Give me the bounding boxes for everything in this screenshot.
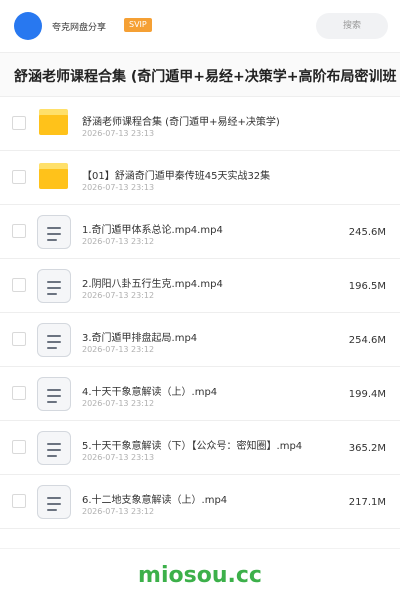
- item-size: 365.2M: [348, 443, 386, 454]
- list-item[interactable]: 1.奇门遁甲体系总论.mp4.mp4 2026-07-13 23:12 245.6M: [0, 205, 400, 259]
- list-item[interactable]: 5.十天干象意解读（下）【公众号：密知圈】.mp4 2026-07-13 23:1…: [0, 421, 400, 475]
- item-date: 2026-07-13 23:12: [82, 507, 155, 516]
- file-list: 舒涵老师课程合集 (奇门遁甲+易经+决策学) 2026-07-13 23:13 【0…: [0, 97, 400, 529]
- footer: miosou.cc: [0, 548, 400, 600]
- item-date: 2026-07-13 23:12: [82, 291, 155, 300]
- select-checkbox[interactable]: [12, 224, 26, 238]
- item-size: 245.6M: [348, 227, 386, 238]
- watermark-text: miosou.cc: [138, 563, 262, 588]
- item-name[interactable]: 舒涵老师课程合集 (奇门遁甲+易经+决策学): [82, 113, 280, 128]
- video-file-icon: [37, 377, 71, 411]
- item-date: 2026-07-13 23:13: [82, 129, 155, 138]
- folder-icon: [39, 109, 68, 135]
- list-item[interactable]: 3.奇门遁甲排盘起局.mp4 2026-07-13 23:12 254.6M: [0, 313, 400, 367]
- item-size: 196.5M: [348, 281, 386, 292]
- list-item[interactable]: 2.阴阳八卦五行生克.mp4.mp4 2026-07-13 23:12 196.5M: [0, 259, 400, 313]
- list-item[interactable]: 6.十二地支象意解读（上）.mp4 2026-07-13 23:12 217.1M: [0, 475, 400, 529]
- share-owner-name: 夸克网盘分享: [52, 23, 107, 33]
- item-name[interactable]: 【01】舒涵奇门遁甲秦传班45天实战32集: [82, 167, 270, 182]
- item-size: 217.1M: [348, 497, 386, 508]
- item-name[interactable]: 1.奇门遁甲体系总论.mp4.mp4: [82, 221, 223, 236]
- select-checkbox[interactable]: [12, 278, 26, 292]
- item-date: 2026-07-13 23:12: [82, 399, 155, 408]
- search-button[interactable]: 搜索: [316, 13, 388, 39]
- video-file-icon: [37, 485, 71, 519]
- select-checkbox[interactable]: [12, 170, 26, 184]
- list-item[interactable]: 4.十天干象意解读（上）.mp4 2026-07-13 23:12 199.4M: [0, 367, 400, 421]
- list-item[interactable]: 【01】舒涵奇门遁甲秦传班45天实战32集 2026-07-13 23:13: [0, 151, 400, 205]
- svip-badge: SVIP: [124, 18, 152, 32]
- item-name[interactable]: 4.十天干象意解读（上）.mp4: [82, 383, 217, 398]
- item-size: 199.4M: [348, 389, 386, 400]
- video-file-icon: [37, 269, 71, 303]
- title-bar: 舒涵老师课程合集 (奇门遁甲+易经+决策学+高阶布局密训班: [0, 53, 400, 97]
- item-name[interactable]: 3.奇门遁甲排盘起局.mp4: [82, 329, 197, 344]
- video-file-icon: [37, 215, 71, 249]
- item-date: 2026-07-13 23:12: [82, 237, 155, 246]
- item-name[interactable]: 2.阴阳八卦五行生克.mp4.mp4: [82, 275, 223, 290]
- header: 夸克网盘分享 SVIP 搜索: [0, 0, 400, 52]
- select-checkbox[interactable]: [12, 332, 26, 346]
- item-name[interactable]: 6.十二地支象意解读（上）.mp4: [82, 491, 227, 506]
- item-name[interactable]: 5.十天干象意解读（下）【公众号：密知圈】.mp4: [82, 437, 302, 452]
- page-title: 舒涵老师课程合集 (奇门遁甲+易经+决策学+高阶布局密训班: [14, 69, 397, 85]
- item-date: 2026-07-13 23:13: [82, 453, 155, 462]
- item-size: 254.6M: [348, 335, 386, 346]
- select-checkbox[interactable]: [12, 494, 26, 508]
- avatar[interactable]: [14, 12, 42, 40]
- select-checkbox[interactable]: [12, 386, 26, 400]
- item-date: 2026-07-13 23:13: [82, 183, 155, 192]
- item-date: 2026-07-13 23:12: [82, 345, 155, 354]
- folder-icon: [39, 163, 68, 189]
- video-file-icon: [37, 323, 71, 357]
- select-checkbox[interactable]: [12, 116, 26, 130]
- list-item[interactable]: 舒涵老师课程合集 (奇门遁甲+易经+决策学) 2026-07-13 23:13: [0, 97, 400, 151]
- video-file-icon: [37, 431, 71, 465]
- select-checkbox[interactable]: [12, 440, 26, 454]
